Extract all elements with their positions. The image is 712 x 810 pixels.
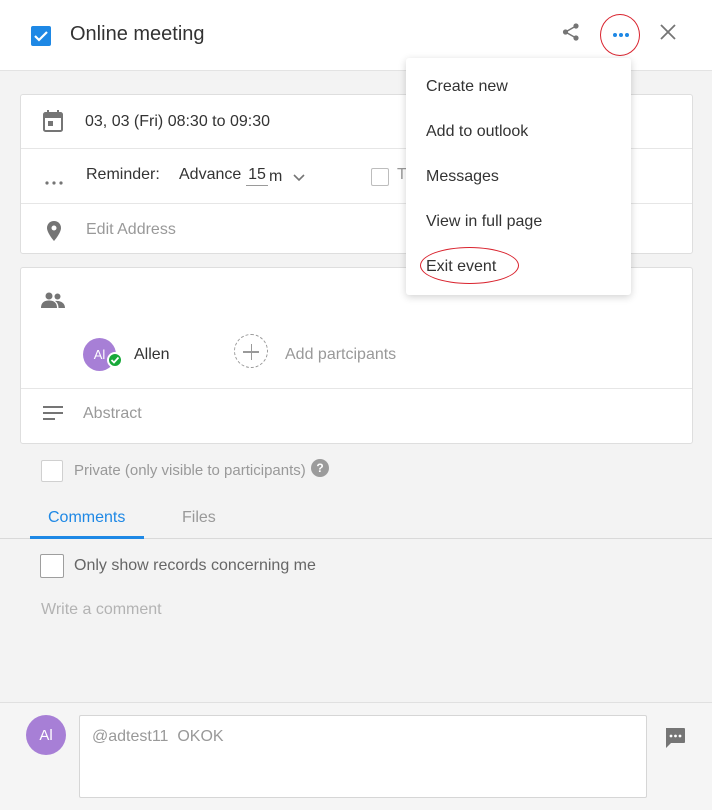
more-horizontal-icon [45, 172, 63, 190]
private-checkbox[interactable] [41, 460, 63, 482]
comment-input[interactable]: @adtest11 OKOK [80, 716, 646, 797]
concerning-me-checkbox[interactable] [40, 554, 64, 578]
people-icon [41, 292, 65, 313]
event-title: Online meeting [70, 23, 205, 45]
location-pin-icon [47, 221, 61, 246]
menu-item-add-to-outlook[interactable]: Add to outlook [426, 123, 528, 141]
comment-composer: Al @adtest11 OKOK [0, 702, 712, 810]
add-participant-icon[interactable] [234, 334, 268, 368]
accepted-check-icon [107, 352, 123, 368]
add-participants-button[interactable]: Add partcipants [285, 346, 396, 364]
comment-placeholder: Write a comment [41, 601, 162, 618]
participant-name: Allen [134, 346, 170, 363]
help-icon[interactable]: ? [311, 459, 329, 477]
send-message-icon[interactable] [664, 727, 686, 754]
reminder-mode-select[interactable]: Advance [179, 166, 241, 184]
concerning-me-label: Only show records concerning me [74, 557, 316, 574]
more-horizontal-icon [613, 33, 617, 37]
address-input[interactable]: Edit Address [86, 221, 176, 239]
share-icon[interactable] [561, 22, 581, 42]
reminder-unit: m [269, 168, 283, 185]
more-options-button[interactable] [600, 14, 640, 56]
close-icon[interactable] [660, 24, 676, 40]
event-datetime[interactable]: 03, 03 (Fri) 08:30 to 09:30 [85, 113, 270, 131]
active-tab-indicator [30, 536, 144, 539]
reminder-value-input[interactable]: 15 [246, 166, 268, 186]
tab-files[interactable]: Files [182, 509, 216, 527]
tab-comments[interactable]: Comments [48, 509, 125, 527]
more-options-menu: Create new Add to outlook Messages View … [406, 58, 631, 295]
private-label: Private (only visible to participants) [74, 462, 306, 479]
user-avatar: Al [26, 715, 66, 755]
event-complete-checkbox[interactable] [31, 26, 51, 46]
exit-event-highlight [420, 247, 519, 284]
reminder-label: Reminder: [86, 166, 160, 183]
menu-item-view-full-page[interactable]: View in full page [426, 213, 542, 231]
reminder-option-checkbox[interactable] [371, 168, 389, 186]
calendar-icon [43, 110, 63, 137]
chevron-down-icon[interactable] [293, 169, 305, 187]
menu-item-create-new[interactable]: Create new [426, 78, 508, 96]
menu-item-messages[interactable]: Messages [426, 168, 499, 186]
comment-input-box[interactable]: @adtest11 OKOK [79, 715, 647, 798]
abstract-input[interactable]: Abstract [83, 405, 142, 423]
text-lines-icon [43, 406, 63, 425]
